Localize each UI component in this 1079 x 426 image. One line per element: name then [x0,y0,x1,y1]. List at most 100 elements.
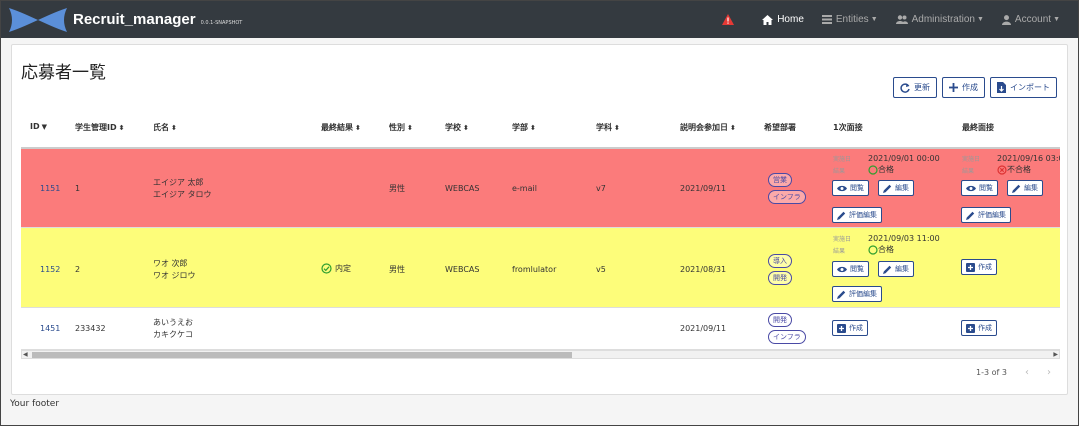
cell-name-kana: ワオ ジロウ [153,271,196,280]
header-student-id[interactable]: 学生管理ID ⬍ [75,122,125,133]
cell-briefing-date: 2021/09/11 [680,324,727,333]
edit-button[interactable]: 編集 [878,180,914,196]
header-name[interactable]: 氏名 ⬍ [153,122,177,133]
warning-icon[interactable] [722,14,735,25]
create-interview-button[interactable]: 作成 [832,320,868,336]
header-first-interview: 1次面接 [833,123,863,132]
cell-student-id: 1 [75,184,81,193]
circle-icon [868,164,878,175]
sort-icon: ⬍ [463,124,469,132]
header-id[interactable]: ID ▼ [30,122,47,131]
eval-edit-button[interactable]: 評価編集 [832,207,882,223]
header-briefing-date[interactable]: 説明会参加日 ⬍ [680,122,736,133]
header-gender[interactable]: 性別 ⬍ [389,122,413,133]
row-id-link[interactable]: 1152 [40,264,60,275]
first-interview-result: 合格 [868,164,894,175]
row-id-link[interactable]: 1151 [40,183,60,194]
sort-icon: ⬍ [730,124,736,132]
cell-name-kana: エイジア タロウ [153,190,212,199]
first-interview-date: 2021/09/01 00:00 [868,154,940,163]
cell-name: あいうえお [153,318,193,327]
create-label: 作成 [962,83,978,92]
import-button[interactable]: インポート [990,77,1057,98]
scroll-left-icon[interactable]: ◀ [23,351,28,358]
cell-briefing-date: 2021/09/11 [680,184,727,193]
header-final-result[interactable]: 最終結果 ⬍ [321,122,361,133]
create-button[interactable]: 作成 [942,77,985,98]
brand[interactable]: Recruit_manager 0.0.1-SNAPSHOT [7,6,242,34]
toolbar: 更新 作成 インポート [893,77,1057,98]
cell-name-kana: カキクケコ [153,330,193,339]
applicant-list-card: 応募者一覧 更新 作成 インポート ID ▼ 学生管理ID ⬍ 氏名 ⬍ 最終結果 ⬍ … [11,44,1068,395]
brand-version: 0.0.1-SNAPSHOT [200,19,243,26]
footer: Your footer [10,399,60,409]
eye-icon [966,185,976,191]
caret-down-icon: ▼ [870,16,878,23]
edit-button[interactable]: 編集 [1007,180,1043,196]
scroll-right-icon[interactable]: ▶ [1053,351,1058,358]
view-button[interactable]: 閲覧 [832,261,869,277]
cell-name: エイジア 太郎 [153,178,204,187]
home-icon [762,14,774,25]
header-department[interactable]: 学科 ⬍ [596,122,620,133]
table-row: 1451 233432 あいうえお カキクケコ 2021/09/11 開発 イン… [21,308,1060,350]
pagination-summary: 1-3 of 3 [976,368,1007,377]
view-button[interactable]: 閲覧 [832,180,869,196]
horizontal-scrollbar[interactable]: ◀ ▶ [21,350,1060,359]
refresh-icon [900,82,910,93]
result-label: 結果 [833,168,846,175]
sort-icon: ⬍ [355,124,361,132]
header-desired-dept: 希望部署 [764,123,796,132]
pencil-icon [883,265,892,274]
next-page-button[interactable]: › [1047,367,1051,378]
prev-page-button[interactable]: ‹ [1025,367,1029,378]
scrollbar-thumb[interactable] [32,352,572,358]
first-interview-result: 合格 [868,244,894,255]
sort-desc-icon: ▼ [41,123,48,131]
plus-square-icon [966,262,975,272]
row-id-link[interactable]: 1451 [40,323,60,334]
eval-edit-button[interactable]: 評価編集 [961,207,1011,223]
edit-button[interactable]: 編集 [878,261,914,277]
circle-icon [868,244,878,255]
sort-icon: ⬍ [614,124,620,132]
table-header: ID ▼ 学生管理ID ⬍ 氏名 ⬍ 最終結果 ⬍ 性別 ⬍ 学校 ⬍ 学部 ⬍ 学科 ⬍ 説明… [21,105,1060,149]
header-school[interactable]: 学校 ⬍ [445,122,469,133]
dept-badge: 導入 [768,254,792,268]
dept-badge: 営業 [768,173,792,187]
nav-account[interactable]: Account ▼ [1001,14,1060,25]
table-row: 1152 2 ワオ 次郎 ワオ ジロウ 内定 男性 WEBCAS fromlul… [21,228,1060,308]
date-label: 実施日 [833,156,852,163]
final-interview-date: 2021/09/16 03:00 [997,154,1060,163]
view-button[interactable]: 閲覧 [961,180,998,196]
caret-down-icon: ▼ [1053,16,1060,23]
cell-student-id: 2 [75,265,81,274]
refresh-button[interactable]: 更新 [893,77,937,98]
dept-badge: 開発 [768,313,792,327]
cell-faculty: e-mail [512,184,537,193]
user-icon [1001,14,1011,25]
sort-icon: ⬍ [530,124,536,132]
header-final-interview: 最終面接 [962,123,994,132]
create-interview-button[interactable]: 作成 [961,320,997,336]
page-title: 応募者一覧 [21,63,106,83]
caret-down-icon: ▼ [976,16,984,23]
nav-home-label: Home [777,14,804,25]
plus-icon [949,83,958,92]
eval-edit-button[interactable]: 評価編集 [832,286,882,302]
nav-administration[interactable]: Administration ▼ [895,14,984,25]
logo-icon [9,7,67,32]
cell-final-result: 内定 [321,263,351,274]
plus-square-icon [966,323,975,333]
nav-home[interactable]: Home [762,14,804,25]
header-faculty[interactable]: 学部 ⬍ [512,122,536,133]
first-interview-date: 2021/09/03 11:00 [868,234,940,243]
pagination: 1-3 of 3 ‹ › [976,367,1051,378]
table-row: 1151 1 エイジア 太郎 エイジア タロウ 男性 WEBCAS e-mail… [21,149,1060,228]
dept-badge: インフラ [768,330,806,344]
cell-department: v5 [596,265,606,274]
pencil-icon [837,290,846,299]
plus-square-icon [837,323,846,333]
create-interview-button[interactable]: 作成 [961,259,997,275]
nav-entities[interactable]: Entities ▼ [821,14,878,25]
